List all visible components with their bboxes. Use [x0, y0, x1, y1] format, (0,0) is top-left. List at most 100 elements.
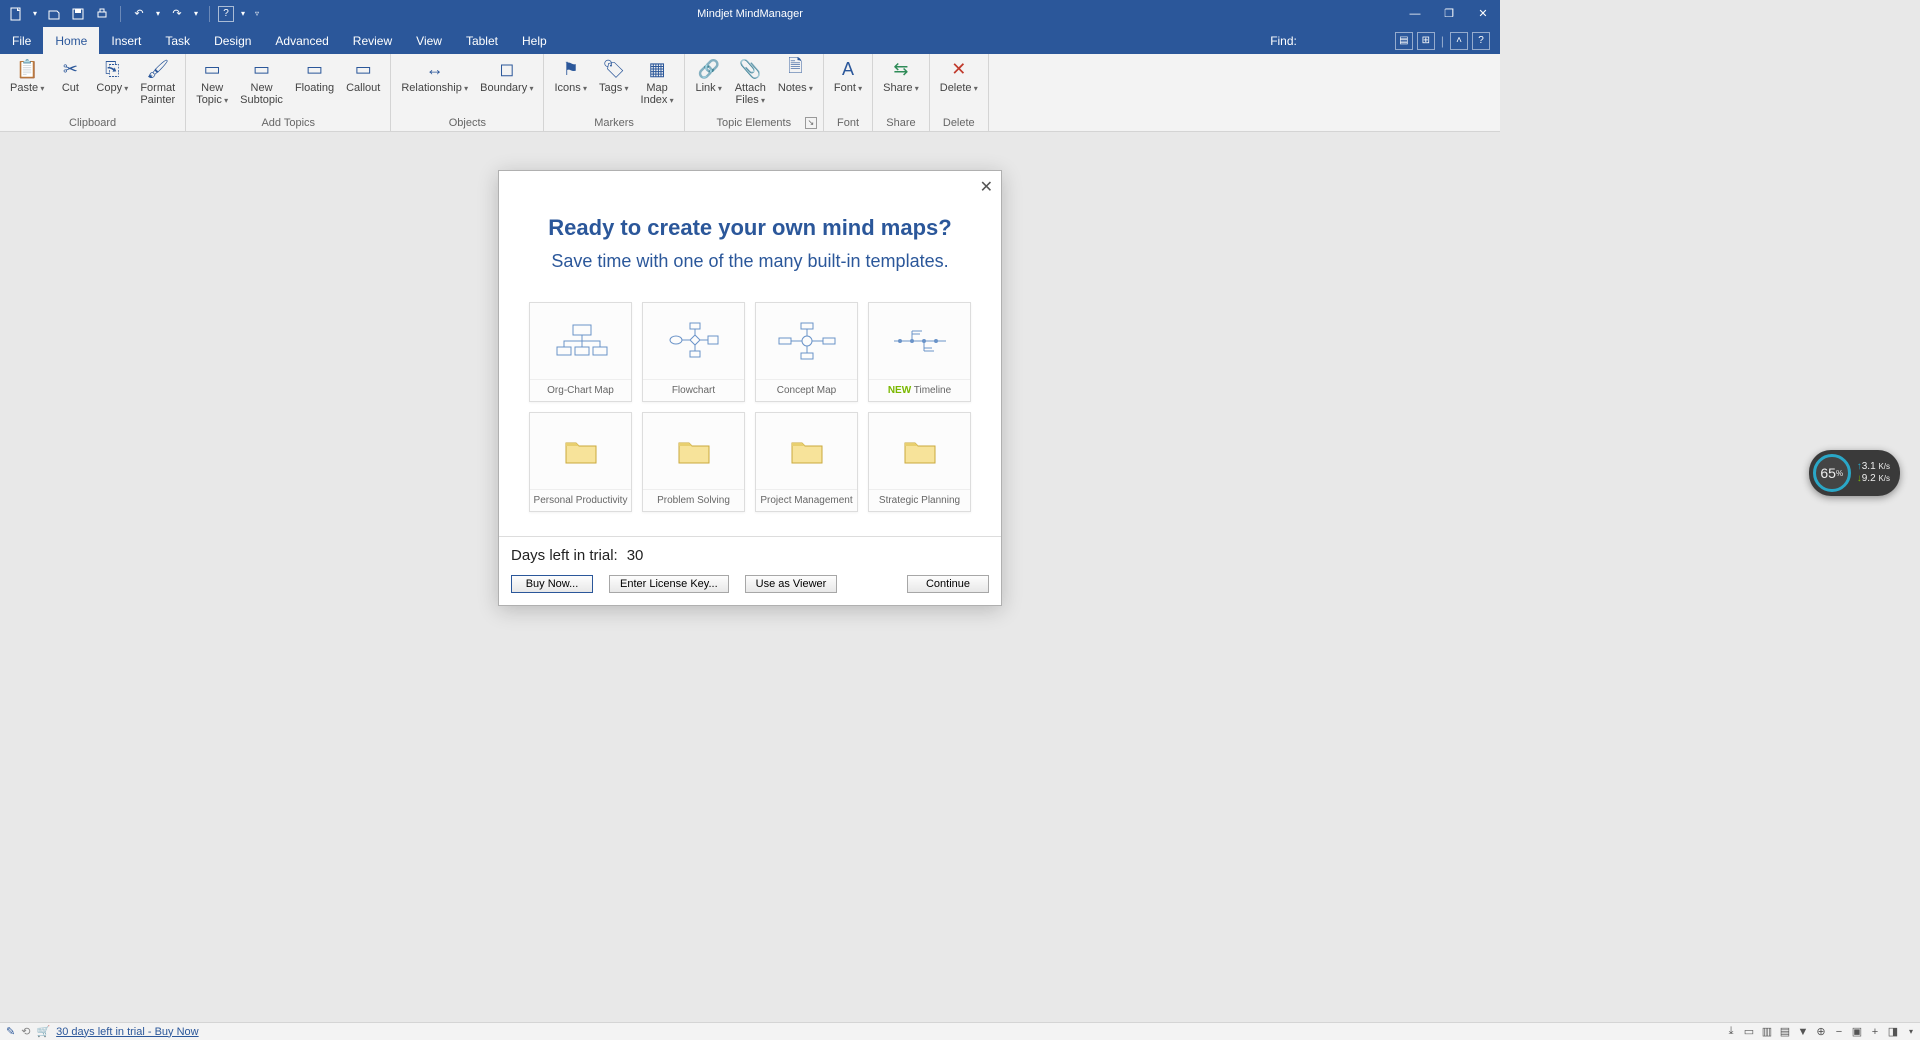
boundary-icon: ◻ [496, 58, 518, 80]
ribbon-cut[interactable]: ✂Cut [50, 56, 90, 96]
minimize-button[interactable]: — [1398, 0, 1432, 27]
copy-icon: ⎘ [101, 58, 123, 80]
ribbon-group-markers: ⚑Icons🏷Tags▦MapIndexMarkers [544, 54, 684, 131]
template-flowchart[interactable]: Flowchart [642, 302, 745, 402]
enter-license-button[interactable]: Enter License Key... [609, 575, 729, 593]
qat-open-icon[interactable] [44, 4, 64, 24]
ribbon-link[interactable]: 🔗Link [689, 56, 729, 97]
network-monitor-widget[interactable]: 65% 3.1 K/s 9.2 K/s [1809, 450, 1900, 496]
close-button[interactable]: ✕ [1466, 0, 1500, 27]
status-bar: ✎ ⟲ 🛒 30 days left in trial - Buy Now ⤓ … [0, 1022, 1920, 1040]
ribbon-new-subtopic[interactable]: ▭NewSubtopic [234, 56, 289, 108]
status-filter-icon[interactable]: ▼ [1794, 1024, 1812, 1040]
trial-buy-link[interactable]: 30 days left in trial - Buy Now [56, 1026, 198, 1038]
qat-print-icon[interactable] [92, 4, 112, 24]
template-thumb [869, 303, 970, 380]
qat-separator [209, 6, 210, 22]
trial-days-text: Days left in trial: 30 [511, 547, 989, 565]
ribbon-map-index[interactable]: ▦MapIndex [635, 56, 680, 109]
template-thumb [756, 303, 857, 380]
ribbon-callout[interactable]: ▭Callout [340, 56, 386, 96]
ribbon-relationship[interactable]: ↔Relationship [395, 56, 474, 97]
group-label: Add Topics [190, 117, 386, 131]
tab-tablet[interactable]: Tablet [454, 27, 510, 54]
ribbon-share[interactable]: ⇆Share [877, 56, 925, 97]
floating-icon: ▭ [304, 58, 326, 80]
cut-icon: ✂ [59, 58, 81, 80]
ribbon-format-painter[interactable]: 🖌FormatPainter [134, 56, 181, 108]
find-view1-icon[interactable]: ▤ [1395, 32, 1413, 50]
restore-button[interactable]: ❐ [1432, 0, 1466, 27]
status-export-icon[interactable]: ⤓ [1722, 1024, 1740, 1040]
template-timeline[interactable]: NEW Timeline [868, 302, 971, 402]
template-thumb [869, 413, 970, 490]
tab-view[interactable]: View [404, 27, 454, 54]
ribbon-boundary[interactable]: ◻Boundary [474, 56, 539, 97]
qat-separator [120, 6, 121, 22]
qat-help-icon[interactable]: ? [218, 6, 234, 22]
font-icon: A [837, 58, 859, 80]
status-target-icon[interactable]: ⊕ [1812, 1024, 1830, 1040]
template-strategic-planning[interactable]: Strategic Planning [868, 412, 971, 512]
dialog-close-icon[interactable]: ✕ [980, 177, 993, 197]
ribbon-copy[interactable]: ⎘Copy [90, 56, 134, 97]
status-refresh-icon[interactable]: ⟲ [21, 1025, 30, 1038]
ribbon-notes[interactable]: 🗎Notes [772, 56, 819, 97]
qat-save-icon[interactable] [68, 4, 88, 24]
group-label: Objects [395, 117, 539, 131]
group-launcher-icon[interactable]: ↘ [805, 117, 817, 129]
tab-design[interactable]: Design [202, 27, 263, 54]
notes-icon: 🗎 [784, 58, 806, 80]
tab-review[interactable]: Review [341, 27, 404, 54]
group-label: Delete [934, 117, 984, 131]
status-cart-icon[interactable]: 🛒 [36, 1025, 50, 1038]
template-thumb [643, 303, 744, 380]
qat-undo-drop[interactable]: ▾ [153, 4, 163, 24]
tab-advanced[interactable]: Advanced [263, 27, 340, 54]
tab-home[interactable]: Home [43, 27, 99, 54]
tab-task[interactable]: Task [153, 27, 202, 54]
ribbon-icons[interactable]: ⚑Icons [548, 56, 593, 97]
qat-new-drop-icon[interactable]: ▾ [30, 4, 40, 24]
template-name: Strategic Planning [869, 490, 970, 511]
ribbon-tags[interactable]: 🏷Tags [593, 56, 635, 97]
ribbon-new-topic[interactable]: ▭NewTopic [190, 56, 234, 109]
qat-undo-icon[interactable]: ↶ [129, 4, 149, 24]
buy-now-button[interactable]: Buy Now... [511, 575, 593, 593]
tab-file[interactable]: File [0, 27, 43, 54]
collapse-ribbon-icon[interactable]: ˄ [1450, 32, 1468, 50]
tab-insert[interactable]: Insert [99, 27, 153, 54]
status-panel-drop[interactable]: ▾ [1902, 1024, 1920, 1040]
qat-redo-icon[interactable]: ↷ [167, 4, 187, 24]
qat-redo-drop[interactable]: ▾ [191, 4, 201, 24]
find-view2-icon[interactable]: ⊞ [1417, 32, 1435, 50]
status-pen-icon[interactable]: ✎ [6, 1025, 15, 1038]
status-zoomin-icon[interactable]: + [1866, 1024, 1884, 1040]
status-layout2-icon[interactable]: ▥ [1758, 1024, 1776, 1040]
ribbon-paste[interactable]: 📋Paste [4, 56, 50, 97]
template-project-management[interactable]: Project Management [755, 412, 858, 512]
qat-help-drop[interactable]: ▾ [238, 4, 248, 24]
ribbon-font[interactable]: AFont [828, 56, 868, 97]
delete-icon: ✕ [948, 58, 970, 80]
use-as-viewer-button[interactable]: Use as Viewer [745, 575, 838, 593]
tab-help[interactable]: Help [510, 27, 559, 54]
ribbon-attach-files[interactable]: 📎AttachFiles [729, 56, 772, 109]
status-layout3-icon[interactable]: ▤ [1776, 1024, 1794, 1040]
status-panel-icon[interactable]: ◨ [1884, 1024, 1902, 1040]
group-label: Share [877, 117, 925, 131]
template-problem-solving[interactable]: Problem Solving [642, 412, 745, 512]
template-personal-productivity[interactable]: Personal Productivity [529, 412, 632, 512]
status-layout1-icon[interactable]: ▭ [1740, 1024, 1758, 1040]
attach-icon: 📎 [739, 58, 761, 80]
qat-new-icon[interactable] [6, 4, 26, 24]
continue-button[interactable]: Continue [907, 575, 989, 593]
template-concept-map[interactable]: Concept Map [755, 302, 858, 402]
ribbon-delete[interactable]: ✕Delete [934, 56, 984, 97]
status-zoomout-icon[interactable]: − [1830, 1024, 1848, 1040]
help-icon[interactable]: ? [1472, 32, 1490, 50]
template-org-chart-map[interactable]: Org-Chart Map [529, 302, 632, 402]
ribbon-floating[interactable]: ▭Floating [289, 56, 340, 96]
qat-customize-icon[interactable]: ▿ [252, 4, 262, 24]
status-fit-icon[interactable]: ▣ [1848, 1024, 1866, 1040]
